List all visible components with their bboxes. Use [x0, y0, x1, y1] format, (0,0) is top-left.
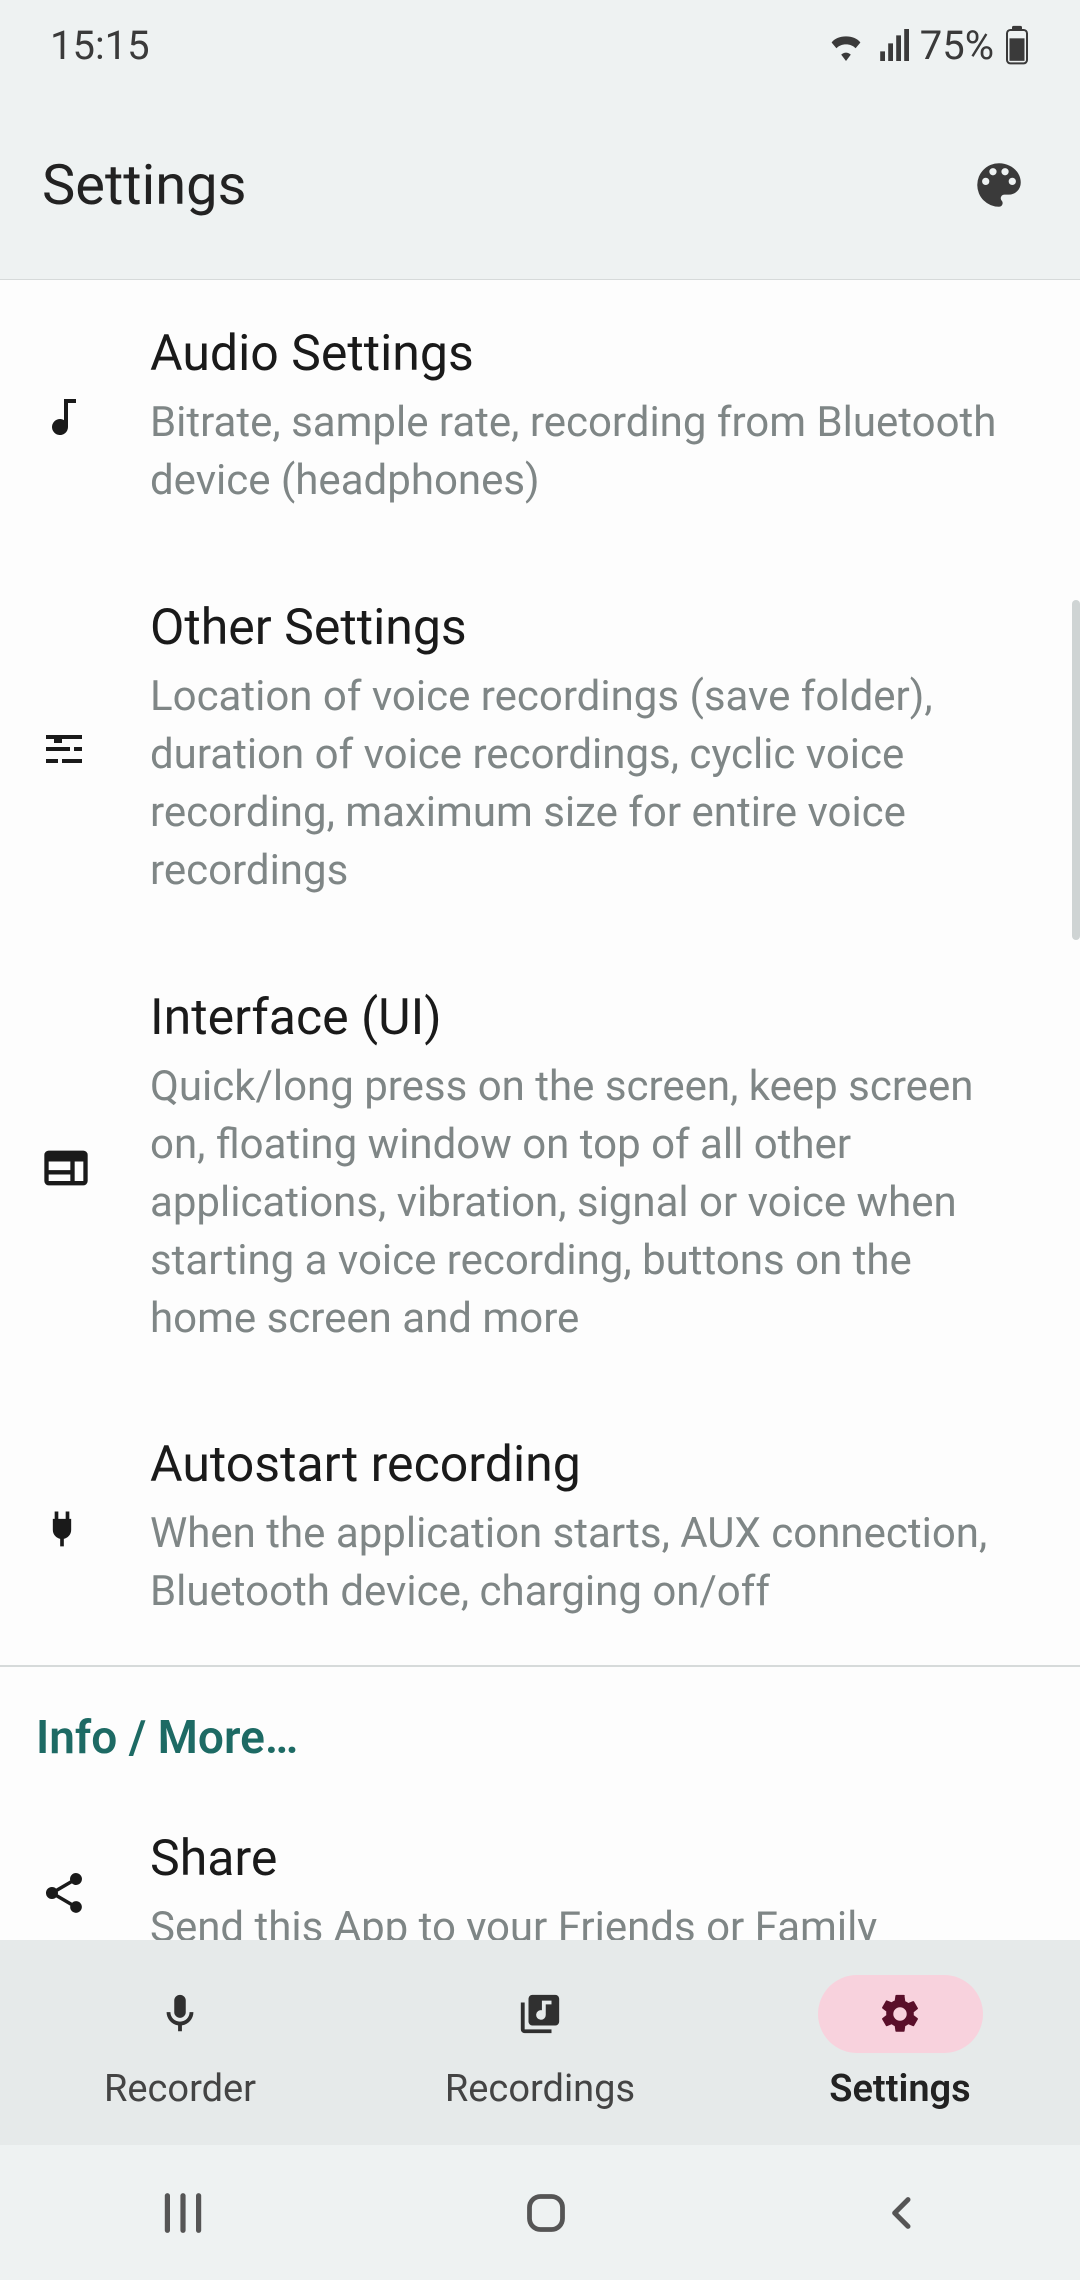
battery-icon — [1004, 25, 1030, 65]
theme-button[interactable] — [960, 146, 1038, 224]
nav-recents[interactable] — [157, 2192, 209, 2234]
item-desc: Bitrate, sample rate, recording from Blu… — [150, 394, 1020, 510]
tab-label: Recorder — [104, 2067, 256, 2111]
wifi-icon — [826, 29, 866, 61]
item-desc: Send this App to your Friends or Family — [150, 1899, 1020, 1940]
section-info-more: Info / More… — [0, 1667, 1080, 1785]
settings-item-interface[interactable]: Interface (UI) Quick/long press on the s… — [0, 944, 1080, 1392]
tab-label: Recordings — [445, 2067, 635, 2111]
scrollbar[interactable] — [1072, 600, 1080, 940]
home-icon — [524, 2191, 568, 2235]
library-music-icon — [517, 1991, 563, 2037]
status-icons: 75% — [826, 22, 1030, 69]
share-icon — [40, 1869, 88, 1917]
system-nav-bar — [0, 2145, 1080, 2280]
web-icon — [40, 1142, 92, 1194]
item-title: Interface (UI) — [150, 988, 1020, 1048]
settings-item-share[interactable]: Share Send this App to your Friends or F… — [0, 1785, 1080, 1940]
page-title: Settings — [42, 152, 246, 218]
status-bar: 15:15 75% — [0, 0, 1080, 90]
music-note-icon — [40, 393, 88, 441]
item-title: Other Settings — [150, 598, 1020, 658]
tab-recordings[interactable]: Recordings — [360, 1940, 720, 2145]
settings-item-other[interactable]: Other Settings Location of voice recordi… — [0, 554, 1080, 944]
back-icon — [883, 2192, 923, 2234]
tab-label: Settings — [829, 2067, 970, 2111]
bottom-tab-bar: Recorder Recordings Settings — [0, 1940, 1080, 2145]
item-title: Autostart recording — [150, 1435, 1020, 1495]
tab-recorder[interactable]: Recorder — [0, 1940, 360, 2145]
settings-list: Audio Settings Bitrate, sample rate, rec… — [0, 280, 1080, 1940]
nav-home[interactable] — [524, 2191, 568, 2235]
tab-settings[interactable]: Settings — [720, 1940, 1080, 2145]
gear-icon — [877, 1991, 923, 2037]
recents-icon — [157, 2192, 209, 2234]
battery-text: 75% — [920, 22, 994, 69]
item-desc: Quick/long press on the screen, keep scr… — [150, 1058, 1020, 1348]
nav-back[interactable] — [883, 2192, 923, 2234]
status-time: 15:15 — [50, 22, 150, 69]
mic-icon — [157, 1991, 203, 2037]
palette-icon — [970, 156, 1028, 214]
app-header: Settings — [0, 90, 1080, 280]
settings-item-audio[interactable]: Audio Settings Bitrate, sample rate, rec… — [0, 280, 1080, 554]
signal-icon — [876, 29, 910, 61]
settings-item-autostart[interactable]: Autostart recording When the application… — [0, 1391, 1080, 1665]
item-desc: Location of voice recordings (save folde… — [150, 668, 1020, 900]
item-desc: When the application starts, AUX connect… — [150, 1505, 1020, 1621]
item-title: Share — [150, 1829, 1020, 1889]
item-title: Audio Settings — [150, 324, 1020, 384]
power-plug-icon — [40, 1506, 84, 1550]
tune-icon — [40, 725, 88, 773]
